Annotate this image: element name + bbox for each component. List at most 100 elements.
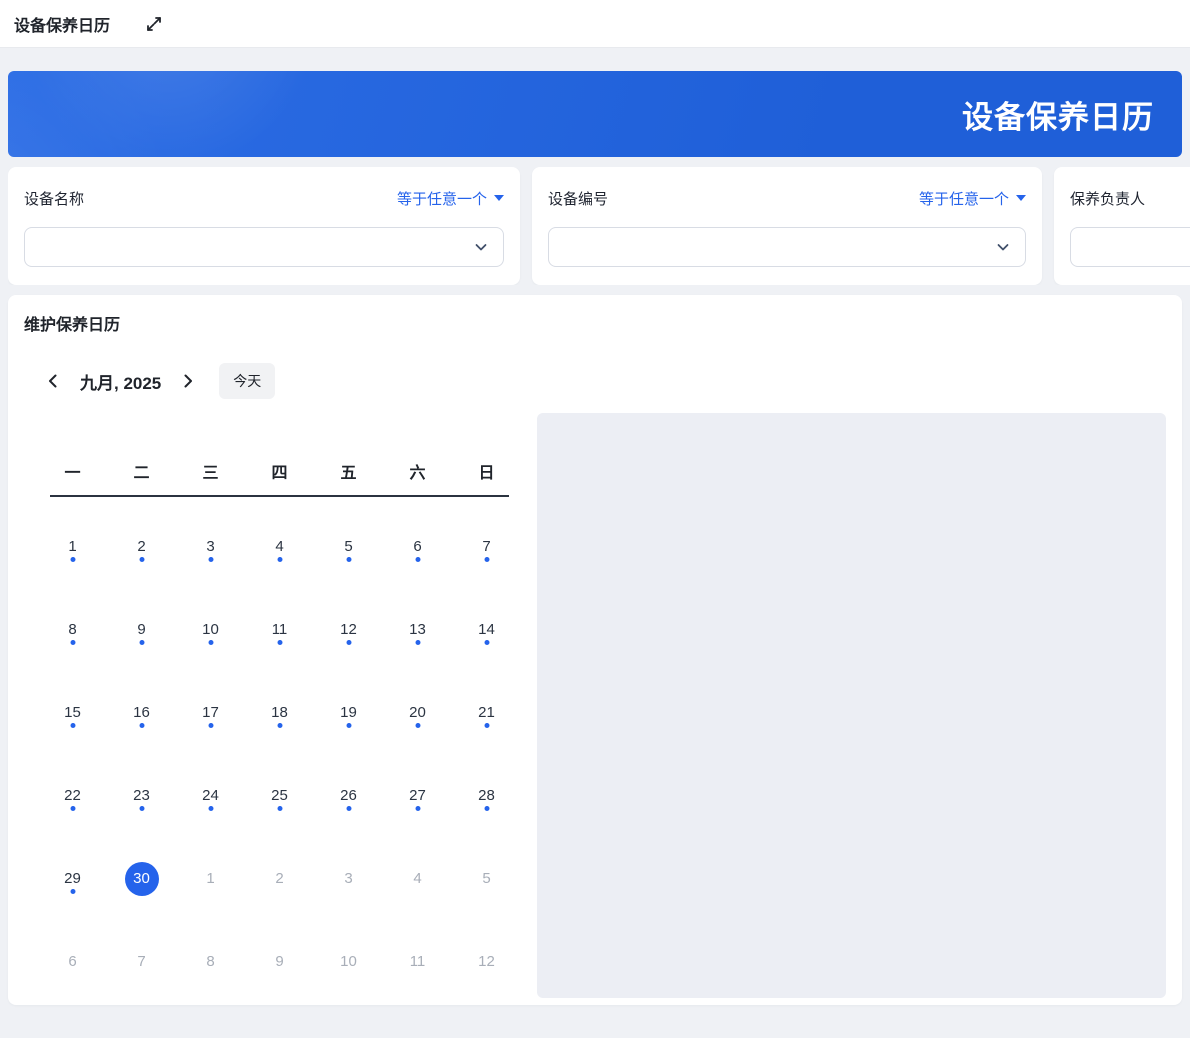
calendar-card: 维护保养日历 九月, 2025 今天 一二三四五六日 1 2 3 4 5 6 7 8 9 10 11 1… [8,295,1182,1005]
topbar: 设备保养日历 [0,0,1190,48]
prev-month-button[interactable] [42,370,64,392]
filter-operator-label: 等于任意一个 [918,190,1009,208]
day-number: 22 [64,787,81,804]
day-cell[interactable]: 9 [245,920,314,1003]
day-cell[interactable]: 27 [383,754,452,837]
banner-title: 设备保养日历 [962,99,1154,135]
day-cell[interactable]: 3 [176,505,245,588]
filter-row: 设备名称 等于任意一个 设备编号 等于任意一个 保养负责人 [8,167,1190,285]
day-cell[interactable]: 6 [383,505,452,588]
event-dot [484,805,489,811]
day-cell[interactable]: 16 [107,671,176,754]
day-cell[interactable]: 29 [38,837,107,920]
filter-label-device-code: 设备编号 [548,190,609,208]
weekday-header: 三 [202,465,219,482]
day-number: 2 [137,538,146,555]
day-cell[interactable]: 8 [176,920,245,1003]
day-number: 5 [344,538,353,555]
calendar-body: 一二三四五六日 1 2 3 4 5 6 7 8 9 10 11 12 13 14 15 16 17 18 19 20 21… [24,413,1166,1003]
day-cell[interactable]: 30 [107,837,176,920]
weekday-header: 五 [340,465,357,482]
banner: 设备保养日历 [8,71,1182,157]
day-number: 10 [202,621,219,638]
day-number: 24 [202,787,219,804]
day-number: 2 [275,870,284,887]
day-cell[interactable]: 2 [245,837,314,920]
day-cell[interactable]: 12 [452,920,521,1003]
day-cell[interactable]: 24 [176,754,245,837]
day-cell[interactable]: 6 [38,920,107,1003]
day-cell[interactable]: 25 [245,754,314,837]
day-number: 7 [137,953,146,970]
event-dot [346,639,351,645]
day-cell[interactable]: 10 [176,588,245,671]
day-cell[interactable]: 20 [383,671,452,754]
day-cell[interactable]: 7 [107,920,176,1003]
event-dot [208,556,213,562]
day-cell[interactable]: 9 [107,588,176,671]
day-number: 6 [68,953,77,970]
day-number: 11 [409,953,426,970]
caret-down-icon [1016,195,1026,201]
day-cell[interactable]: 10 [314,920,383,1003]
filter-operator-dropdown[interactable]: 等于任意一个 [919,188,1026,209]
weekday-header: 二 [133,465,150,482]
day-cell[interactable]: 17 [176,671,245,754]
day-number: 1 [68,538,77,555]
day-cell[interactable]: 26 [314,754,383,837]
day-number: 10 [340,953,357,970]
day-cell[interactable]: 28 [452,754,521,837]
day-number: 19 [340,704,357,721]
day-number: 23 [133,787,150,804]
day-number: 4 [413,870,422,887]
section-title: 维护保养日历 [24,317,121,334]
day-number: 9 [137,621,146,638]
day-cell[interactable]: 18 [245,671,314,754]
day-number: 20 [409,704,426,721]
event-dot [277,722,282,728]
day-cell[interactable]: 4 [245,505,314,588]
filter-label-device-name: 设备名称 [24,190,85,208]
device-name-select[interactable] [24,227,504,267]
day-number: 8 [206,953,215,970]
event-dot [484,639,489,645]
day-cell[interactable]: 5 [452,837,521,920]
chevron-left-icon [44,372,62,390]
day-cell[interactable]: 13 [383,588,452,671]
day-cell[interactable]: 1 [176,837,245,920]
day-cell[interactable]: 8 [38,588,107,671]
day-cell[interactable]: 11 [383,920,452,1003]
day-cell[interactable]: 21 [452,671,521,754]
event-dot [70,556,75,562]
day-cell[interactable]: 4 [383,837,452,920]
day-cell[interactable]: 11 [245,588,314,671]
event-dot [277,805,282,811]
day-cell[interactable]: 5 [314,505,383,588]
day-cell[interactable]: 1 [38,505,107,588]
event-dot [415,805,420,811]
maintenance-owner-select[interactable] [1070,227,1190,267]
event-dot [277,556,282,562]
day-cell[interactable]: 15 [38,671,107,754]
filter-operator-dropdown[interactable]: 等于任意一个 [397,188,504,209]
day-cell[interactable]: 14 [452,588,521,671]
device-code-select[interactable] [548,227,1026,267]
event-dot [139,639,144,645]
day-cell[interactable]: 7 [452,505,521,588]
expand-button[interactable] [144,14,164,34]
event-dot [70,722,75,728]
day-number: 4 [275,538,284,555]
event-dot [415,639,420,645]
event-dot [415,556,420,562]
month-label: 九月, 2025 [80,373,162,393]
day-cell[interactable]: 2 [107,505,176,588]
day-cell[interactable]: 3 [314,837,383,920]
filter-label-maintenance-owner: 保养负责人 [1070,190,1146,208]
day-cell[interactable]: 12 [314,588,383,671]
next-month-button[interactable] [177,370,199,392]
day-cell[interactable]: 19 [314,671,383,754]
day-cell[interactable]: 23 [107,754,176,837]
calendar-nav: 九月, 2025 今天 [42,363,1166,399]
day-cell[interactable]: 22 [38,754,107,837]
today-button[interactable]: 今天 [219,363,276,399]
